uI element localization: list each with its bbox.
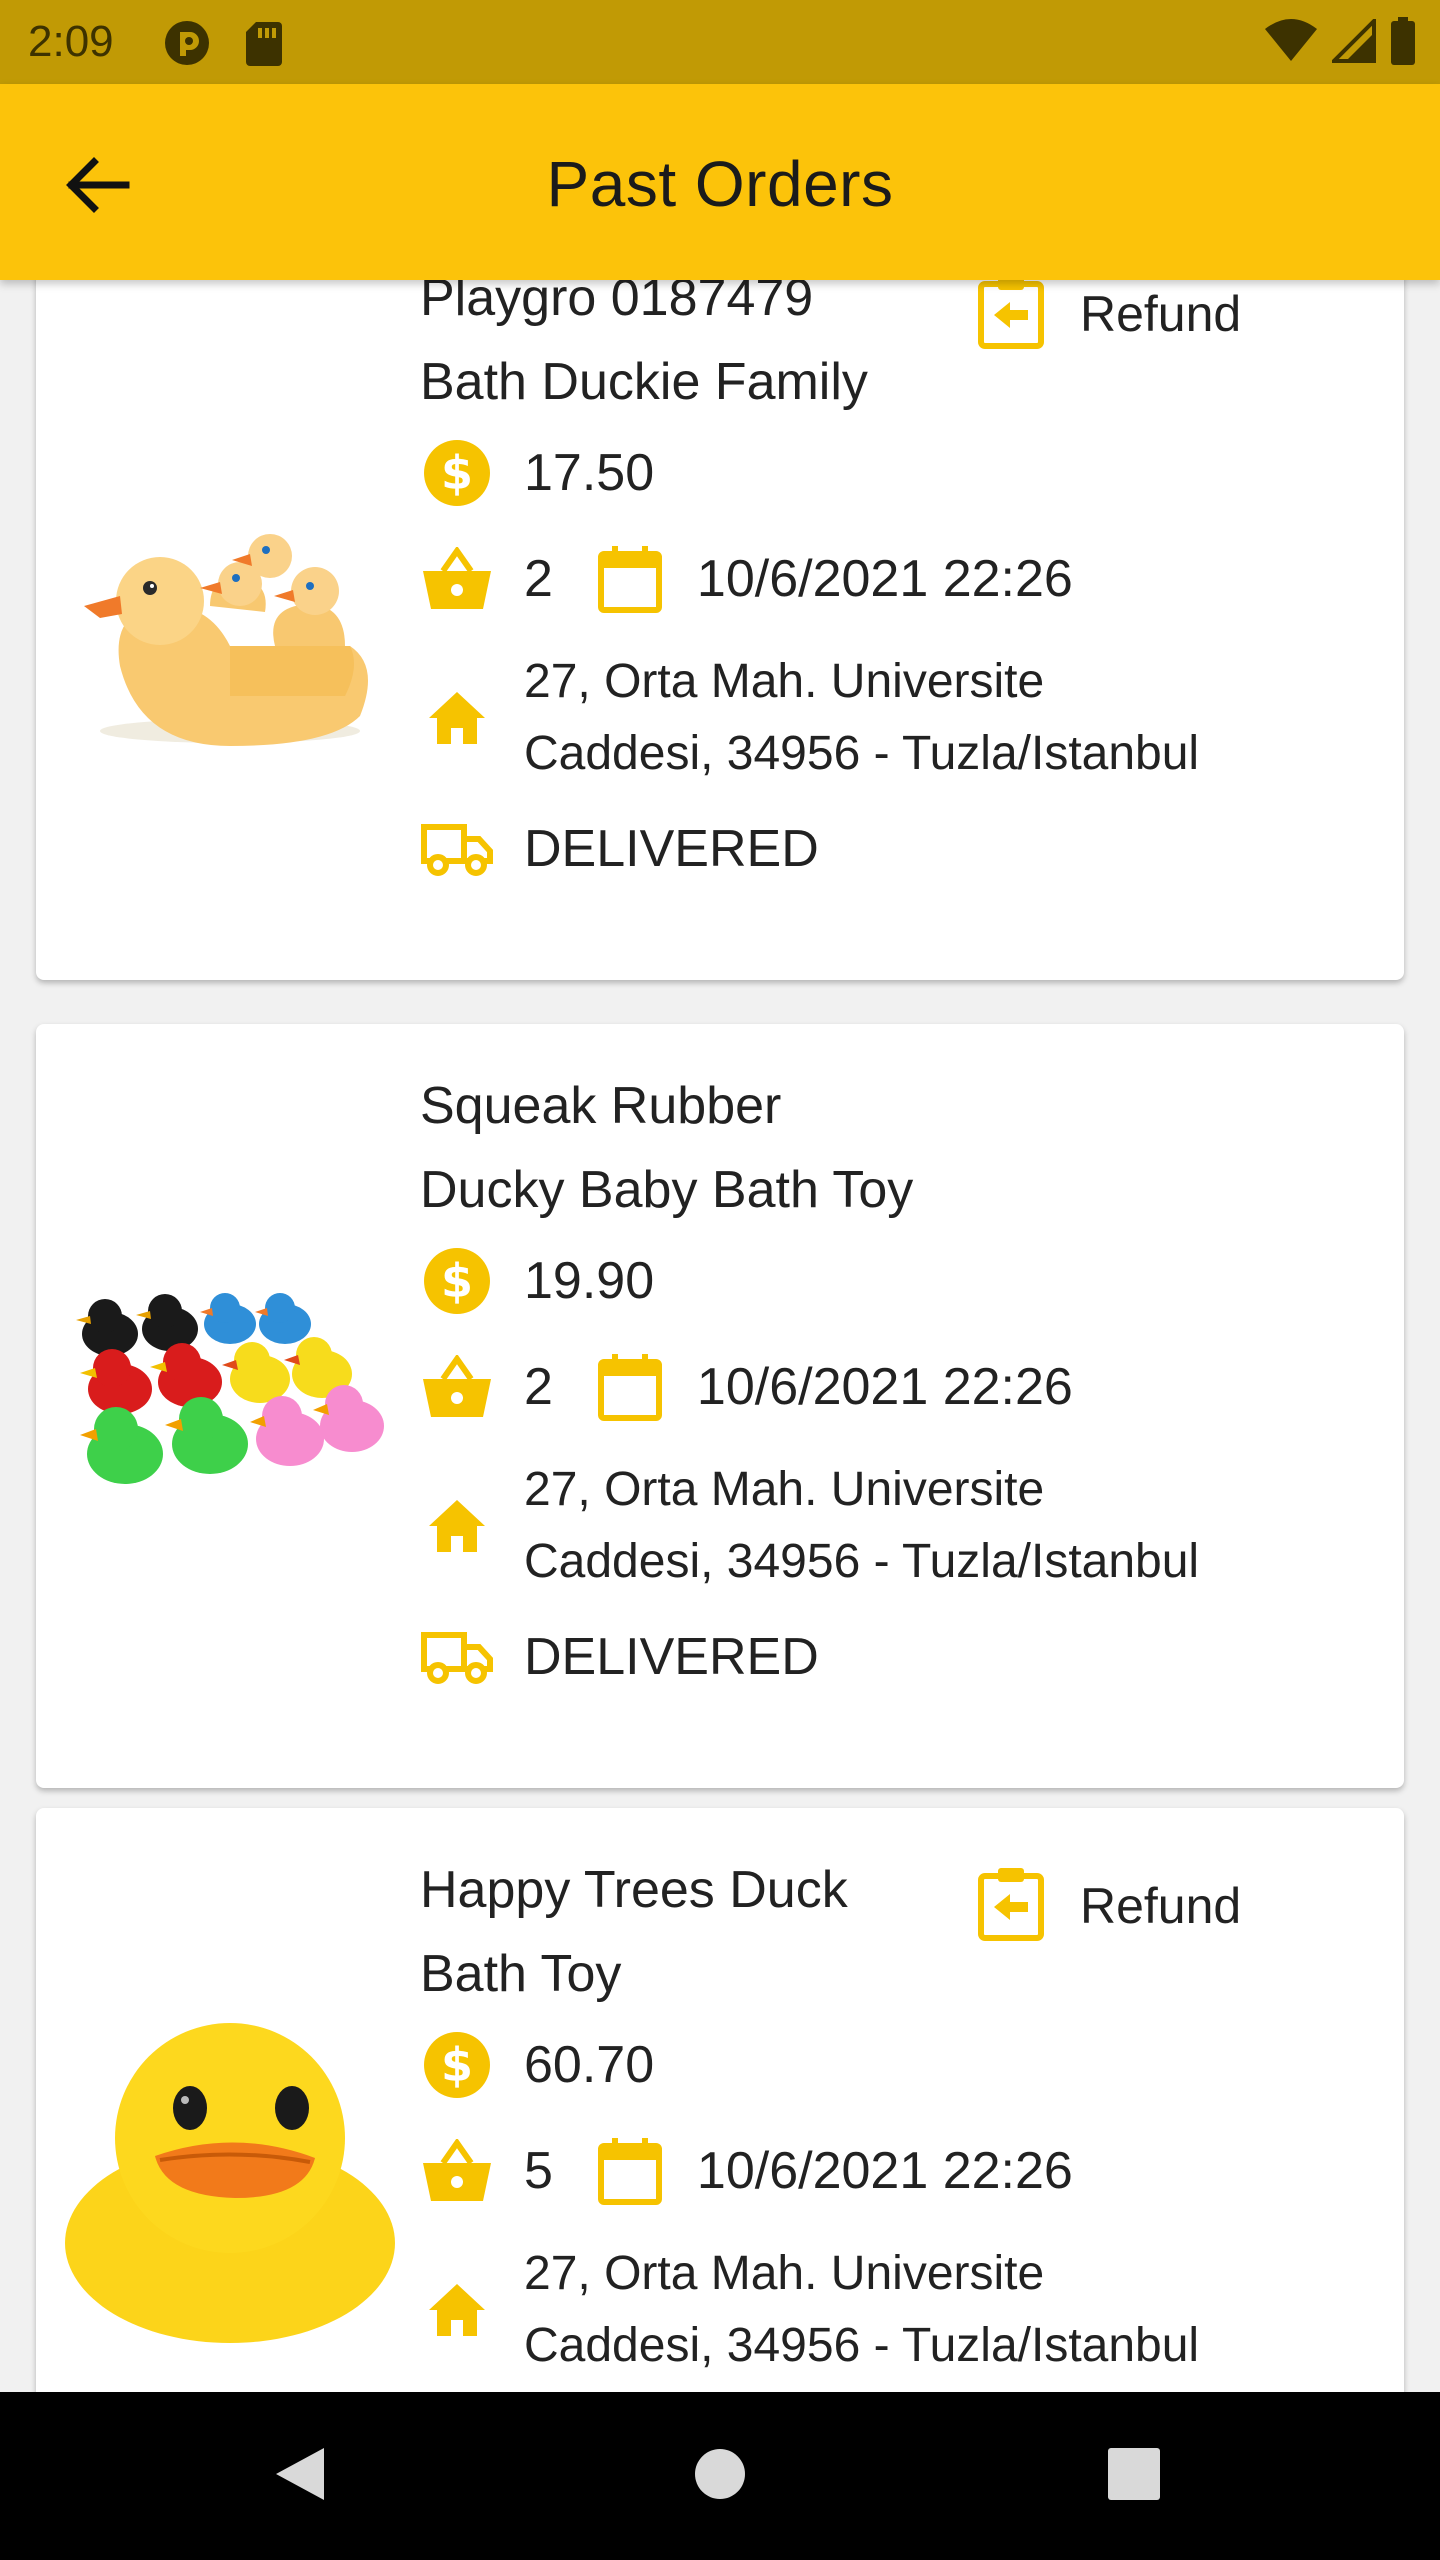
product-title-line-2: Ducky Baby Bath Toy <box>420 1161 914 1219</box>
circle-home-icon <box>693 2447 747 2506</box>
order-date: 10/6/2021 22:26 <box>696 1358 1073 1416</box>
price-row: $ 17.50 <box>420 436 654 510</box>
product-title: Squeak Rubber Ducky Baby Bath Toy <box>420 1064 980 1232</box>
price-value: 60.70 <box>524 2036 655 2094</box>
calendar-icon <box>593 542 667 616</box>
order-date: 10/6/2021 22:26 <box>696 2142 1073 2200</box>
svg-text:$: $ <box>441 446 473 500</box>
product-title-line-2: Bath Duckie Family <box>420 353 868 411</box>
address-line-1: 27, Orta Mah. Universite <box>524 1463 1045 1516</box>
product-image-duck-family <box>60 496 400 766</box>
product-image-yellow-duck <box>60 1998 400 2358</box>
order-card: Happy Trees Duck Bath Toy Refund $ 60.70 <box>36 1808 1404 2392</box>
quantity-value: 5 <box>524 2142 553 2200</box>
quantity-date-row: 2 10/6/2021 22:26 <box>420 542 1073 616</box>
address-row: 27, Orta Mah. Universite Caddesi, 34956 … <box>420 1454 1199 1598</box>
calendar-icon <box>593 2134 667 2208</box>
home-icon <box>420 681 494 755</box>
price-value: 19.90 <box>524 1252 655 1310</box>
basket-icon <box>420 542 494 616</box>
dollar-circle-icon: $ <box>420 436 494 510</box>
refund-label: Refund <box>1080 1878 1242 1934</box>
address-line-2: Caddesi, 34956 - Tuzla/Istanbul <box>524 727 1200 780</box>
product-title: Playgro 0187479 Bath Duckie Family <box>420 280 980 424</box>
battery-icon <box>1390 16 1416 70</box>
status-bar: 2:09 <box>0 0 1440 84</box>
product-title-line-2: Bath Toy <box>420 1945 622 2003</box>
page-title: Past Orders <box>546 148 894 220</box>
address-line-1: 27, Orta Mah. Universite <box>524 2247 1045 2300</box>
address-line-1: 27, Orta Mah. Universite <box>524 655 1045 708</box>
product-title-line-1: Happy Trees Duck <box>420 1861 848 1919</box>
address-text: 27, Orta Mah. Universite Caddesi, 34956 … <box>494 1454 1199 1598</box>
system-navigation-bar <box>0 2392 1440 2560</box>
cell-signal-icon <box>1329 15 1376 68</box>
orders-scroll-area[interactable]: Playgro 0187479 Bath Duckie Family Refun… <box>0 280 1440 2392</box>
price-row: $ 19.90 <box>420 1244 654 1318</box>
order-date: 10/6/2021 22:26 <box>696 550 1073 608</box>
product-title: Happy Trees Duck Bath Toy <box>420 1848 980 2016</box>
order-card: Playgro 0187479 Bath Duckie Family Refun… <box>36 280 1404 980</box>
basket-icon <box>420 1350 494 1424</box>
product-title-line-1: Squeak Rubber <box>420 1077 782 1135</box>
status-time: 2:09 <box>28 17 114 66</box>
product-title-line-1: Playgro 0187479 <box>420 280 814 327</box>
address-text: 27, Orta Mah. Universite Caddesi, 34956 … <box>494 2238 1199 2382</box>
sd-card-icon <box>244 18 294 68</box>
svg-text:$: $ <box>441 2038 473 2092</box>
nav-back-button[interactable] <box>260 2436 340 2516</box>
order-status: DELIVERED <box>524 1628 819 1686</box>
square-recents-icon <box>1107 2447 1161 2506</box>
app-bar: Past Orders <box>0 84 1440 280</box>
order-card: Squeak Rubber Ducky Baby Bath Toy $ 19.9… <box>36 1024 1404 1788</box>
address-row: 27, Orta Mah. Universite Caddesi, 34956 … <box>420 2238 1199 2382</box>
svg-text:$: $ <box>441 1254 473 1308</box>
order-status: DELIVERED <box>524 820 819 878</box>
refund-label: Refund <box>1080 286 1242 342</box>
product-image-colored-ducks <box>60 1274 400 1514</box>
calendar-icon <box>593 1350 667 1424</box>
price-row: $ 60.70 <box>420 2028 654 2102</box>
status-row: DELIVERED <box>420 1620 819 1694</box>
home-icon <box>420 1489 494 1563</box>
dollar-circle-icon: $ <box>420 2028 494 2102</box>
refund-button[interactable]: Refund <box>976 280 1241 354</box>
address-row: 27, Orta Mah. Universite Caddesi, 34956 … <box>420 646 1199 790</box>
quantity-value: 2 <box>524 1358 553 1416</box>
triangle-back-icon <box>272 2444 328 2509</box>
wifi-icon <box>1264 18 1318 68</box>
basket-icon <box>420 2134 494 2208</box>
clipboard-return-icon <box>976 280 1046 355</box>
truck-icon <box>420 812 494 886</box>
quantity-value: 2 <box>524 550 553 608</box>
app-notification-icon <box>162 18 212 68</box>
nav-recents-button[interactable] <box>1094 2436 1174 2516</box>
refund-button[interactable]: Refund <box>976 1866 1241 1946</box>
status-row: DELIVERED <box>420 812 819 886</box>
quantity-date-row: 5 10/6/2021 22:26 <box>420 2134 1073 2208</box>
nav-home-button[interactable] <box>680 2436 760 2516</box>
address-line-2: Caddesi, 34956 - Tuzla/Istanbul <box>524 1535 1200 1588</box>
truck-icon <box>420 1620 494 1694</box>
home-icon <box>420 2273 494 2347</box>
clipboard-return-icon <box>976 1866 1046 1947</box>
dollar-circle-icon: $ <box>420 1244 494 1318</box>
status-indicators <box>1264 15 1416 70</box>
price-value: 17.50 <box>524 444 655 502</box>
address-text: 27, Orta Mah. Universite Caddesi, 34956 … <box>494 646 1199 790</box>
quantity-date-row: 2 10/6/2021 22:26 <box>420 1350 1073 1424</box>
address-line-2: Caddesi, 34956 - Tuzla/Istanbul <box>524 2319 1200 2372</box>
